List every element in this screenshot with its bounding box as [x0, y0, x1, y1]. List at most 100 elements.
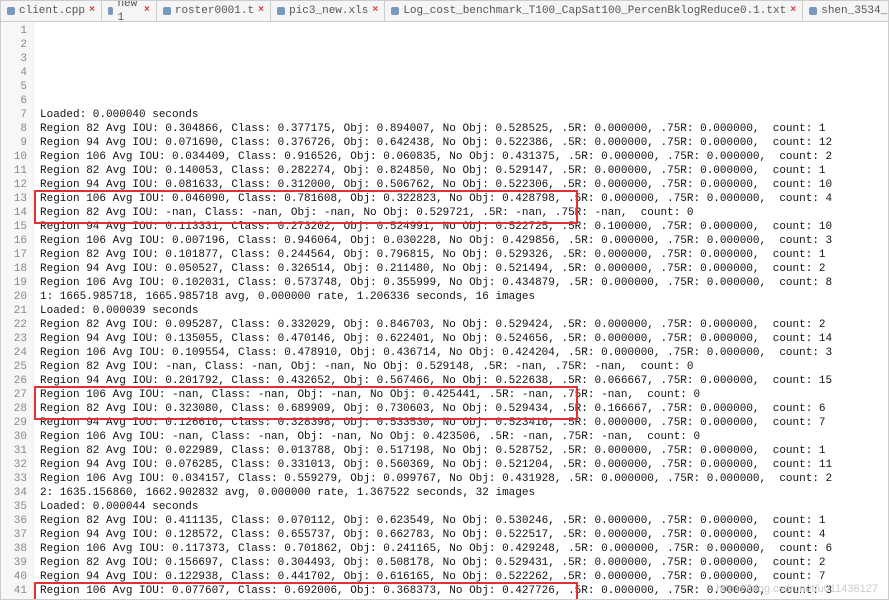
tab-0[interactable]: client.cpp × [1, 1, 102, 21]
code-line[interactable]: Region 106 Avg IOU: -nan, Class: -nan, O… [40, 430, 888, 444]
line-number: 17 [1, 248, 27, 262]
code-area: https://blog.csdn.net/u011436127 Loaded:… [34, 22, 888, 600]
line-number: 40 [1, 570, 27, 584]
close-icon[interactable]: × [372, 4, 378, 18]
file-icon [108, 7, 113, 15]
tab-label: Log_cost_benchmark_T100_CapSat100_Percen… [403, 4, 786, 18]
code-line[interactable]: Region 106 Avg IOU: 0.117373, Class: 0.7… [40, 542, 888, 556]
line-number: 38 [1, 542, 27, 556]
line-number: 39 [1, 556, 27, 570]
line-number: 22 [1, 318, 27, 332]
file-icon [277, 7, 285, 15]
line-number: 10 [1, 150, 27, 164]
code-line[interactable]: Region 106 Avg IOU: 0.007196, Class: 0.9… [40, 234, 888, 248]
code-line[interactable]: Region 94 Avg IOU: 0.050527, Class: 0.32… [40, 262, 888, 276]
line-number: 32 [1, 458, 27, 472]
line-number: 35 [1, 500, 27, 514]
line-number: 5 [1, 80, 27, 94]
code-line[interactable]: Region 82 Avg IOU: 0.411135, Class: 0.07… [40, 514, 888, 528]
line-number: 30 [1, 430, 27, 444]
line-number: 16 [1, 234, 27, 248]
line-number: 9 [1, 136, 27, 150]
code-line[interactable]: Region 82 Avg IOU: -nan, Class: -nan, Ob… [40, 206, 888, 220]
line-number: 34 [1, 486, 27, 500]
tab-3[interactable]: pic3_new.xls × [271, 1, 385, 21]
tab-5[interactable]: shen_3534_train_log.txt× [803, 1, 889, 21]
line-number: 12 [1, 178, 27, 192]
line-number: 3 [1, 52, 27, 66]
line-number: 31 [1, 444, 27, 458]
code-line[interactable]: Region 94 Avg IOU: 0.201792, Class: 0.43… [40, 374, 888, 388]
close-icon[interactable]: × [790, 4, 796, 18]
code-line[interactable]: Region 94 Avg IOU: 0.081633, Class: 0.31… [40, 178, 888, 192]
line-number: 28 [1, 402, 27, 416]
line-number: 14 [1, 206, 27, 220]
code-line[interactable]: Region 82 Avg IOU: 0.022989, Class: 0.01… [40, 444, 888, 458]
code-line[interactable]: Region 82 Avg IOU: 0.323080, Class: 0.68… [40, 402, 888, 416]
line-number: 19 [1, 276, 27, 290]
code-line[interactable]: Region 94 Avg IOU: 0.113331, Class: 0.27… [40, 220, 888, 234]
line-number: 24 [1, 346, 27, 360]
tab-1[interactable]: new 1× [102, 1, 157, 21]
line-number: 36 [1, 514, 27, 528]
line-number: 4 [1, 66, 27, 80]
line-number: 37 [1, 528, 27, 542]
code-line[interactable]: Region 82 Avg IOU: 0.304866, Class: 0.37… [40, 122, 888, 136]
close-icon[interactable]: × [89, 4, 95, 18]
line-number: 20 [1, 290, 27, 304]
code-line[interactable]: Region 106 Avg IOU: -nan, Class: -nan, O… [40, 388, 888, 402]
watermark: https://blog.csdn.net/u011436127 [716, 582, 878, 596]
tab-label: roster0001.t [175, 4, 254, 18]
line-number: 7 [1, 108, 27, 122]
code-line[interactable]: 2: 1635.156860, 1662.902832 avg, 0.00000… [40, 486, 888, 500]
code-line[interactable]: Region 82 Avg IOU: 0.140053, Class: 0.28… [40, 164, 888, 178]
code-line[interactable]: Loaded: 0.000040 seconds [40, 108, 888, 122]
line-number: 11 [1, 164, 27, 178]
tab-4[interactable]: Log_cost_benchmark_T100_CapSat100_Percen… [385, 1, 803, 21]
line-gutter: 1234567891011121314151617181920212223242… [1, 22, 34, 600]
code-line[interactable]: Region 94 Avg IOU: 0.128572, Class: 0.65… [40, 528, 888, 542]
line-number: 8 [1, 122, 27, 136]
line-number: 29 [1, 416, 27, 430]
line-number: 26 [1, 374, 27, 388]
file-icon [7, 7, 15, 15]
file-icon [163, 7, 171, 15]
code-line[interactable]: Region 94 Avg IOU: 0.071690, Class: 0.37… [40, 136, 888, 150]
line-number: 41 [1, 584, 27, 598]
line-number: 21 [1, 304, 27, 318]
line-number: 25 [1, 360, 27, 374]
code-line[interactable]: 1: 1665.985718, 1665.985718 avg, 0.00000… [40, 290, 888, 304]
code-line[interactable]: Region 106 Avg IOU: 0.109554, Class: 0.4… [40, 346, 888, 360]
code-line[interactable]: Region 106 Avg IOU: 0.102031, Class: 0.5… [40, 276, 888, 290]
code-line[interactable]: Region 82 Avg IOU: 0.095287, Class: 0.33… [40, 318, 888, 332]
line-number: 18 [1, 262, 27, 276]
code-line[interactable]: Region 106 Avg IOU: 0.034157, Class: 0.5… [40, 472, 888, 486]
code-line[interactable]: Region 94 Avg IOU: 0.076285, Class: 0.33… [40, 458, 888, 472]
close-icon[interactable]: × [144, 4, 150, 18]
line-number: 15 [1, 220, 27, 234]
file-icon [391, 7, 399, 15]
code-line[interactable]: Region 94 Avg IOU: 0.126616, Class: 0.32… [40, 416, 888, 430]
code-line[interactable]: Region 82 Avg IOU: -nan, Class: -nan, Ob… [40, 360, 888, 374]
line-number: 6 [1, 94, 27, 108]
code-line[interactable]: Region 106 Avg IOU: 0.046090, Class: 0.7… [40, 192, 888, 206]
code-line[interactable]: Loaded: 0.000039 seconds [40, 304, 888, 318]
line-number: 23 [1, 332, 27, 346]
close-icon[interactable]: × [258, 4, 264, 18]
line-number: 2 [1, 38, 27, 52]
line-number: 1 [1, 24, 27, 38]
code-line[interactable]: Region 82 Avg IOU: 0.156697, Class: 0.30… [40, 556, 888, 570]
editor: 1234567891011121314151617181920212223242… [1, 22, 888, 600]
code-line[interactable]: Region 94 Avg IOU: 0.135055, Class: 0.47… [40, 332, 888, 346]
code-line[interactable]: Loaded: 0.000044 seconds [40, 500, 888, 514]
code-line[interactable]: Region 82 Avg IOU: 0.101877, Class: 0.24… [40, 248, 888, 262]
tab-label: client.cpp [19, 4, 85, 18]
code-line[interactable]: Region 106 Avg IOU: 0.034409, Class: 0.9… [40, 150, 888, 164]
tab-label: pic3_new.xls [289, 4, 368, 18]
tab-2[interactable]: roster0001.t × [157, 1, 271, 21]
line-number: 33 [1, 472, 27, 486]
line-number: 27 [1, 388, 27, 402]
line-number: 13 [1, 192, 27, 206]
tab-bar: client.cpp×new 1×roster0001.t×pic3_new.x… [1, 1, 888, 22]
file-icon [809, 7, 817, 15]
